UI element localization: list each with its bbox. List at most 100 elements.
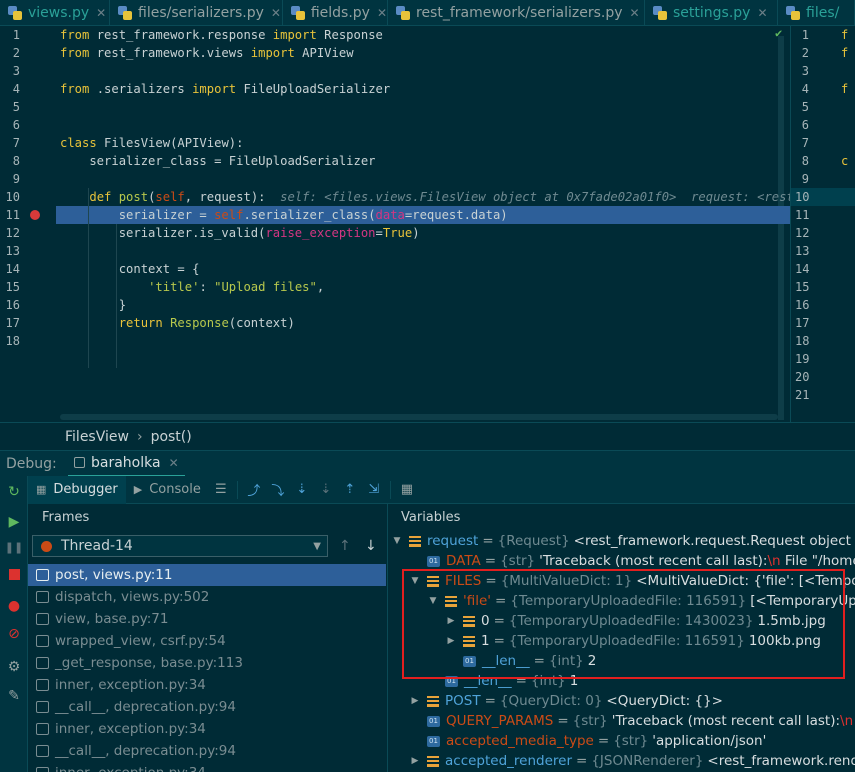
show-frames-menu-icon[interactable]: ☰ [209, 482, 233, 497]
settings-gear-icon[interactable]: ⚙ [6, 659, 22, 675]
step-over-icon[interactable]: ⤵ [266, 480, 290, 499]
variable-row[interactable]: 01 QUERY_PARAMS = {str} 'Traceback (most rec… [409, 711, 853, 731]
frame-item[interactable]: post, views.py:11 [28, 564, 386, 586]
toolbar-separator [236, 480, 238, 499]
line-number: 7 [12, 136, 20, 150]
breakpoint-icon[interactable] [30, 210, 40, 220]
close-tab-icon[interactable]: ✕ [377, 6, 387, 20]
stack-frame-icon [36, 701, 49, 713]
frame-item[interactable]: view, base.py:71 [28, 608, 386, 630]
close-tab-icon[interactable]: ✕ [271, 6, 281, 20]
code-line[interactable]: from rest_framework.views import APIView [60, 44, 354, 62]
editor-horizontal-scrollbar[interactable] [60, 414, 778, 420]
frames-pane: Frames Thread-14 ▼ ↑ ↓ post, views.py:11… [28, 504, 388, 772]
frame-item[interactable]: inner, exception.py:34 [28, 762, 386, 772]
editor-vertical-scrollbar[interactable] [778, 36, 784, 420]
frame-item[interactable]: dispatch, views.py:502 [28, 586, 386, 608]
close-session-icon[interactable]: ✕ [169, 456, 179, 470]
variable-name: QUERY_PARAMS [446, 713, 554, 729]
step-into-icon[interactable]: ⇣ [290, 482, 314, 497]
tab-label: files/ [806, 5, 840, 21]
equals-sign: = [576, 753, 588, 769]
thread-status-icon [41, 540, 52, 552]
line-number: 18 [795, 334, 810, 348]
collapsed-arrow-icon[interactable]: ▶ [409, 756, 421, 766]
code-line[interactable]: return Response(context) [60, 314, 295, 332]
collapsed-arrow-icon[interactable]: ▶ [409, 696, 421, 706]
tab-console[interactable]: ▶ Console [126, 476, 209, 504]
previous-frame-icon[interactable]: ↑ [339, 538, 351, 554]
tab-files-[interactable]: files/ [778, 0, 855, 26]
show-execution-point-icon[interactable]: ⤴ [242, 480, 266, 499]
code-line[interactable]: serializer_class = FileUploadSerializer [60, 152, 375, 170]
code-line[interactable]: from .serializers import FileUploadSeria… [60, 80, 390, 98]
tab-settings-py[interactable]: settings.py ✕ [645, 0, 778, 26]
view-breakpoints-icon[interactable]: ● [6, 598, 22, 614]
frame-item[interactable]: _get_response, base.py:113 [28, 652, 386, 674]
line-number: 6 [12, 118, 20, 132]
variable-row[interactable]: 01 DATA = {str} 'Traceback (most recent call… [409, 551, 855, 571]
mute-breakpoints-icon[interactable]: ⊘ [6, 626, 22, 642]
tab-views-py[interactable]: views.py ✕ [0, 0, 110, 26]
pin-icon[interactable]: ✎ [6, 688, 22, 704]
split-editor[interactable]: 1 2 3 4 5 6 7 8 9 10 11 12 13 14 15 16 17 18 19 20 21 f f f c [790, 26, 855, 422]
close-tab-icon[interactable]: ✕ [96, 6, 106, 20]
frame-item[interactable]: inner, exception.py:34 [28, 674, 386, 696]
line-number: 19 [795, 352, 810, 366]
frame-item[interactable]: __call__, deprecation.py:94 [28, 740, 386, 762]
variable-type: {str} [613, 733, 649, 749]
breadcrumb-method[interactable]: post() [151, 429, 192, 445]
next-frame-icon[interactable]: ↓ [365, 538, 377, 554]
python-file-icon [8, 6, 22, 20]
step-into-my-code-icon[interactable]: ⇣ [314, 482, 338, 497]
variable-row[interactable]: ▶ accepted_renderer = {JSONRenderer} <rest_f… [409, 751, 855, 771]
variable-value: <rest_framework.rend [707, 753, 855, 769]
frame-label: post, views.py:11 [55, 567, 173, 583]
stack-frame-icon [36, 745, 49, 757]
step-out-icon[interactable]: ⇡ [338, 482, 362, 497]
line-number: 21 [795, 388, 810, 402]
line-number: 15 [5, 280, 20, 294]
variable-row[interactable]: ▼ request = {Request} <rest_framework.reques… [391, 531, 855, 551]
variable-name: POST [445, 693, 481, 709]
code-line[interactable]: 'title': "Upload files", [60, 278, 324, 296]
line-number: 2 [12, 46, 20, 60]
stop-icon[interactable] [6, 566, 22, 582]
pause-icon[interactable]: ❚❚ [5, 540, 23, 556]
code-line[interactable]: from rest_framework.response import Resp… [60, 26, 383, 44]
line-number: 16 [795, 298, 810, 312]
debug-session-tab[interactable]: baraholka ✕ [68, 451, 185, 477]
frame-label: __call__, deprecation.py:94 [55, 743, 236, 759]
close-tab-icon[interactable]: ✕ [757, 6, 767, 20]
tab-rest-framework-serializers-py[interactable]: rest_framework/serializers.py ✕ [388, 0, 645, 26]
evaluate-expression-icon[interactable]: ▦ [395, 482, 419, 497]
tab-files-serializers-py[interactable]: files/serializers.py ✕ [110, 0, 283, 26]
tab-debugger[interactable]: ▦ Debugger [28, 475, 126, 504]
frame-item[interactable]: wrapped_view, csrf.py:54 [28, 630, 386, 652]
rerun-icon[interactable]: ↻ [6, 484, 22, 500]
expanded-arrow-icon[interactable]: ▼ [391, 536, 403, 546]
code-line[interactable]: def post(self, request): self: <files.vi… [60, 188, 823, 206]
frame-item[interactable]: inner, exception.py:34 [28, 718, 386, 740]
line-number: 13 [795, 244, 810, 258]
variable-name: accepted_renderer [445, 753, 573, 769]
tab-fields-py[interactable]: fields.py ✕ [283, 0, 388, 26]
code-line[interactable]: serializer.is_valid(raise_exception=True… [60, 224, 420, 242]
code-line[interactable]: serializer = self.serializer_class(data=… [60, 206, 508, 224]
breadcrumb-class[interactable]: FilesView [65, 429, 129, 445]
close-tab-icon[interactable]: ✕ [630, 6, 640, 20]
code-line[interactable]: class FilesView(APIView): [60, 134, 243, 152]
variable-value: 'Traceback (most recent call last):\n [611, 713, 854, 729]
line-number: 5 [801, 100, 809, 114]
variable-row[interactable]: 01 accepted_media_type = {str}'application/… [409, 731, 766, 751]
variable-row[interactable]: ▶ POST = {QueryDict: 0} <QueryDict: {}> [409, 691, 723, 711]
thread-selector[interactable]: Thread-14 ▼ [32, 535, 328, 557]
code-line[interactable]: context = { [60, 260, 200, 278]
resume-icon[interactable]: ▶ [6, 514, 22, 530]
debugger-toolbar: ▦ Debugger ▶ Console ☰ ⤴ ⤵ ⇣ ⇣ ⇡ ⇲ ▦ [28, 475, 855, 504]
frame-item[interactable]: __call__, deprecation.py:94 [28, 696, 386, 718]
run-to-cursor-icon[interactable]: ⇲ [362, 482, 386, 497]
frame-label: __call__, deprecation.py:94 [55, 699, 236, 715]
code-editor[interactable]: ✔ 1 from rest_framework.response import R… [0, 26, 823, 422]
debugger-tab-icon: ▦ [36, 483, 47, 496]
